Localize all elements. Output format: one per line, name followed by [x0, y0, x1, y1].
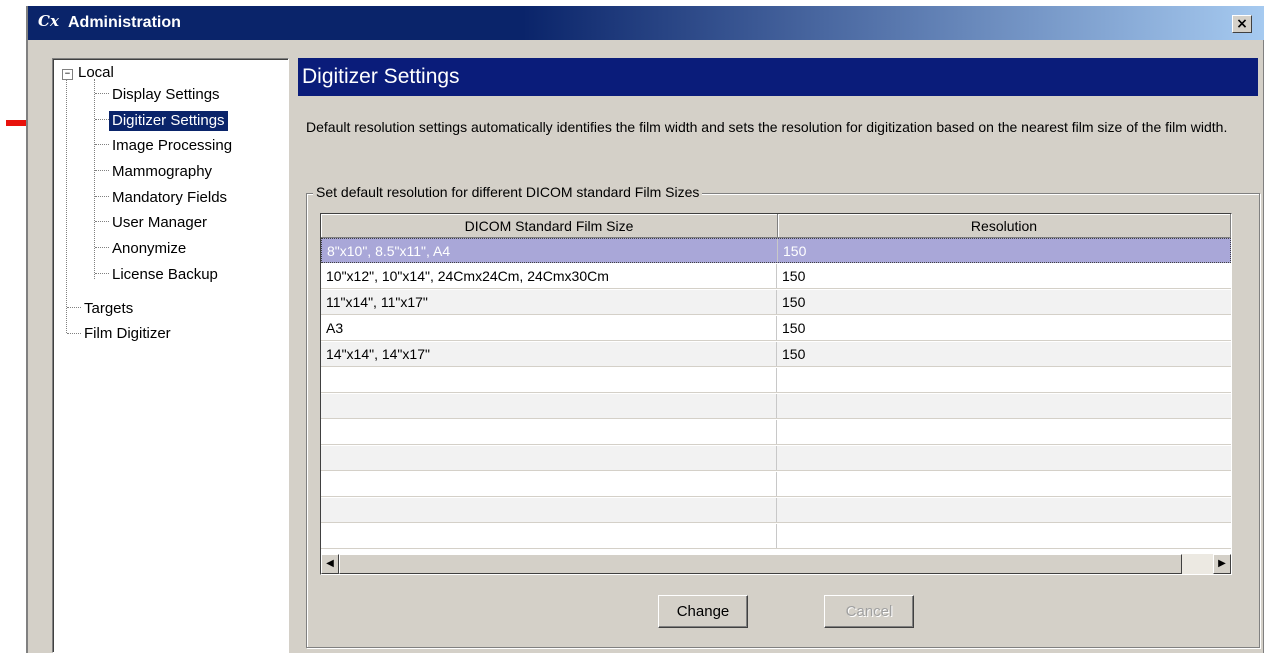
tree-item-anonymize[interactable]: Anonymize: [109, 239, 189, 259]
app-logo-icon: Cx: [38, 12, 59, 30]
cancel-button[interactable]: Cancel: [824, 595, 914, 628]
empty-table-row[interactable]: [321, 524, 1231, 549]
empty-cell: [321, 498, 777, 522]
scroll-left-icon[interactable]: ◀: [321, 554, 339, 574]
resolution-cell[interactable]: 150: [778, 239, 1231, 262]
navigation-tree[interactable]: − Local Display Settings Digitizer Setti…: [52, 58, 289, 653]
table-row[interactable]: 14"x14", 14"x17" 150: [321, 342, 1231, 367]
tree-item-image-processing[interactable]: Image Processing: [109, 136, 235, 156]
empty-cell: [321, 394, 777, 418]
administration-window: Cx Administration × − Local Display Sett…: [26, 6, 1264, 653]
panel-title: Digitizer Settings: [298, 58, 1258, 96]
empty-cell: [321, 368, 777, 392]
column-header-film-size[interactable]: DICOM Standard Film Size: [321, 214, 778, 238]
tree-item-user-manager[interactable]: User Manager: [109, 213, 210, 233]
resolution-cell[interactable]: 150: [777, 264, 1231, 288]
collapse-toggle-icon[interactable]: −: [62, 69, 73, 80]
tree-connector: [95, 196, 109, 197]
scroll-right-icon[interactable]: ▶: [1213, 554, 1231, 574]
change-button[interactable]: Change: [658, 595, 748, 628]
column-header-resolution[interactable]: Resolution: [778, 214, 1231, 238]
empty-table-row[interactable]: [321, 394, 1231, 419]
tree-connector: [67, 307, 81, 308]
empty-table-row[interactable]: [321, 368, 1231, 393]
empty-cell: [321, 446, 777, 470]
tree-item-mandatory-fields[interactable]: Mandatory Fields: [109, 188, 230, 208]
film-size-grid[interactable]: DICOM Standard Film Size Resolution 8"x1…: [320, 213, 1232, 575]
table-row[interactable]: A3 150: [321, 316, 1231, 341]
empty-cell: [321, 420, 777, 444]
table-row[interactable]: 11"x14", 11"x17" 150: [321, 290, 1231, 315]
empty-table-row[interactable]: [321, 420, 1231, 445]
tree-connector: [95, 93, 109, 94]
tree-item-display-settings[interactable]: Display Settings: [109, 85, 223, 105]
tree-connector: [67, 333, 81, 334]
table-row[interactable]: 10"x12", 10"x14", 24Cmx24Cm, 24Cmx30Cm 1…: [321, 264, 1231, 289]
tree-connector: [95, 144, 109, 145]
film-size-cell[interactable]: 10"x12", 10"x14", 24Cmx24Cm, 24Cmx30Cm: [321, 264, 777, 288]
film-size-cell[interactable]: 8"x10", 8.5"x11", A4: [322, 239, 778, 262]
film-size-cell[interactable]: A3: [321, 316, 777, 340]
film-size-cell[interactable]: 14"x14", 14"x17": [321, 342, 777, 366]
close-button[interactable]: ×: [1232, 15, 1252, 33]
tree-item-targets[interactable]: Targets: [81, 299, 136, 319]
tree-item-mammography[interactable]: Mammography: [109, 162, 215, 182]
tree-connector: [95, 247, 109, 248]
tree-connector: [95, 221, 109, 222]
resolution-cell[interactable]: 150: [777, 290, 1231, 314]
scrollbar-thumb[interactable]: [339, 554, 1182, 574]
empty-table-row[interactable]: [321, 472, 1231, 497]
panel-description: Default resolution settings automaticall…: [306, 119, 1228, 135]
tree-connector: [95, 170, 109, 171]
resolution-cell[interactable]: 150: [777, 316, 1231, 340]
groupbox-label: Set default resolution for different DIC…: [313, 183, 703, 201]
tree-connector: [95, 119, 109, 120]
grid-header: DICOM Standard Film Size Resolution: [321, 214, 1231, 238]
tree-connector: [66, 79, 67, 333]
empty-cell: [321, 472, 777, 496]
table-row[interactable]: 8"x10", 8.5"x11", A4 150: [321, 238, 1231, 263]
tree-connector: [94, 79, 95, 279]
window-title: Administration: [68, 14, 181, 31]
tree-item-film-digitizer[interactable]: Film Digitizer: [81, 324, 174, 344]
tree-item-digitizer-settings[interactable]: Digitizer Settings: [109, 111, 228, 131]
film-size-cell[interactable]: 11"x14", 11"x17": [321, 290, 777, 314]
resolution-cell[interactable]: 150: [777, 342, 1231, 366]
tree-item-license-backup[interactable]: License Backup: [109, 265, 221, 285]
empty-cell: [321, 524, 777, 548]
title-bar[interactable]: Cx Administration ×: [28, 6, 1264, 40]
tree-item-local[interactable]: Local: [75, 63, 117, 83]
tree-connector: [95, 273, 109, 274]
empty-table-row[interactable]: [321, 446, 1231, 471]
empty-table-row[interactable]: [321, 498, 1231, 523]
horizontal-scrollbar[interactable]: ◀ ▶: [321, 554, 1231, 574]
